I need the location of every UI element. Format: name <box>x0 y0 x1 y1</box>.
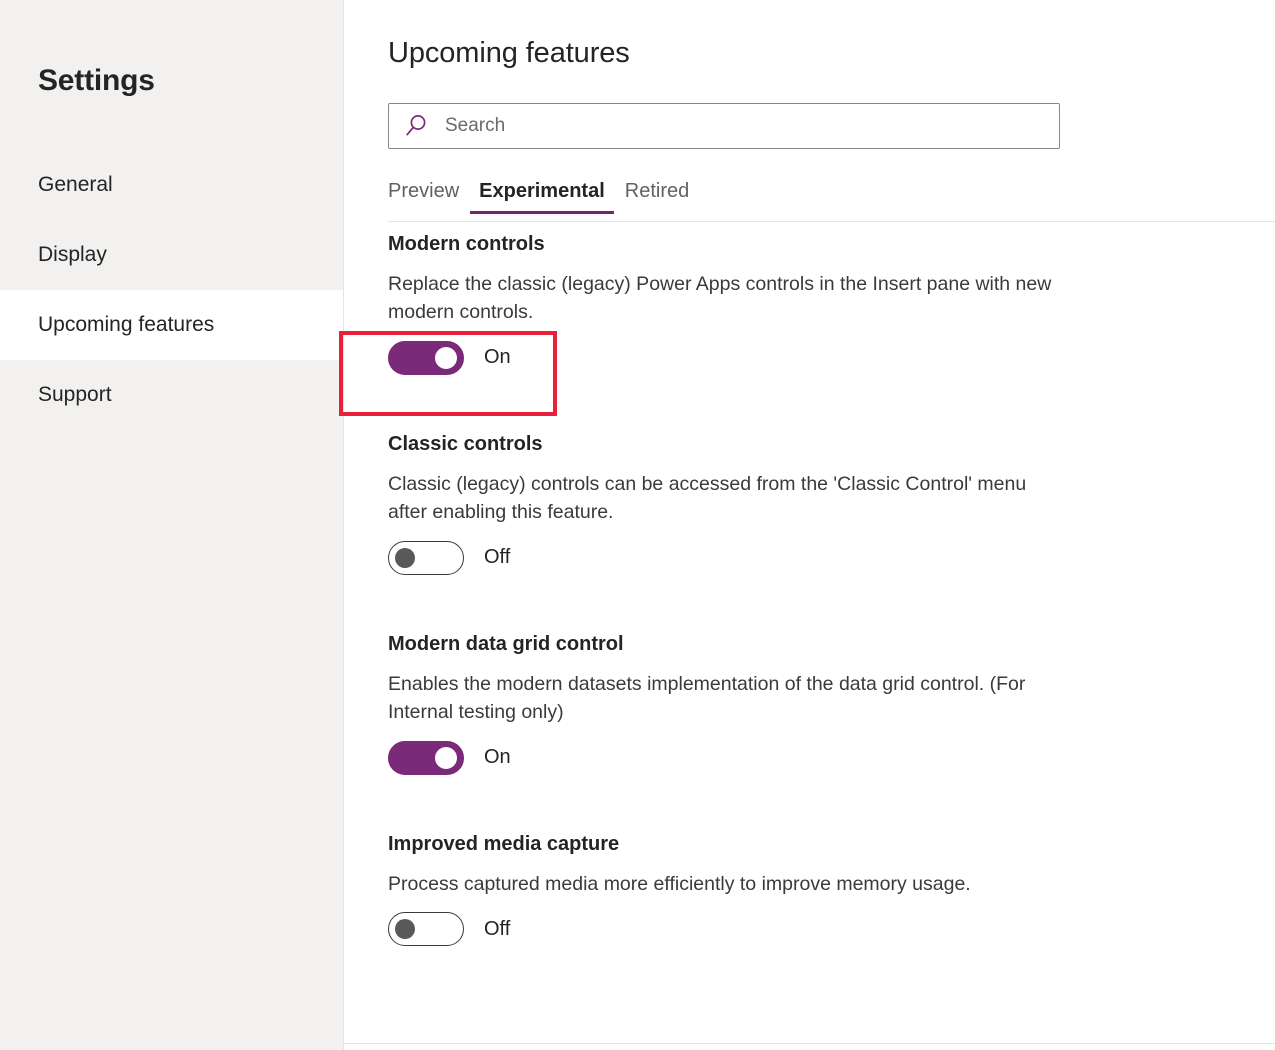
feature-title: Modern controls <box>388 232 1255 257</box>
sidebar-title: Settings <box>0 66 155 96</box>
search-input[interactable] <box>445 111 1005 141</box>
feature-title: Modern data grid control <box>388 632 1255 657</box>
feature-description: Enables the modern datasets implementati… <box>388 670 1060 727</box>
feature-toggle-row: Off <box>388 911 1255 947</box>
search-box[interactable] <box>388 103 1060 149</box>
sidebar-item-label: Upcoming features <box>38 313 214 337</box>
feature-description: Replace the classic (legacy) Power Apps … <box>388 270 1060 327</box>
settings-content: Upcoming features Preview Experimental R… <box>344 0 1275 1050</box>
modern-data-grid-toggle[interactable] <box>388 741 464 775</box>
tabs-divider <box>388 221 1275 222</box>
tab-label: Retired <box>625 180 689 202</box>
tab-label: Experimental <box>479 180 605 202</box>
feature-modern-controls: Modern controls Replace the classic (leg… <box>388 232 1255 376</box>
modern-controls-toggle[interactable] <box>388 341 464 375</box>
toggle-state-label: On <box>484 346 511 369</box>
bottom-divider <box>344 1043 1275 1044</box>
feature-title: Improved media capture <box>388 832 1255 857</box>
toggle-state-label: Off <box>484 546 510 569</box>
feature-improved-media-capture: Improved media capture Process captured … <box>388 832 1255 947</box>
sidebar-item-label: Display <box>38 243 107 267</box>
sidebar-item-support[interactable]: Support <box>0 360 343 430</box>
tab-label: Preview <box>388 180 459 202</box>
toggle-state-label: On <box>484 746 511 769</box>
toggle-knob <box>395 919 415 939</box>
toggle-knob <box>435 347 457 369</box>
search-icon <box>403 113 429 139</box>
feature-toggle-row: On <box>388 340 1255 376</box>
feature-list: Modern controls Replace the classic (leg… <box>388 232 1255 947</box>
toggle-knob <box>395 548 415 568</box>
classic-controls-toggle[interactable] <box>388 541 464 575</box>
improved-media-capture-toggle[interactable] <box>388 912 464 946</box>
spacer <box>388 576 1255 632</box>
feature-tabs: Preview Experimental Retired <box>388 180 1275 222</box>
toggle-knob <box>435 747 457 769</box>
feature-toggle-row: Off <box>388 540 1255 576</box>
feature-classic-controls: Classic controls Classic (legacy) contro… <box>388 432 1255 576</box>
feature-toggle-row: On <box>388 740 1255 776</box>
tab-retired[interactable]: Retired <box>616 180 698 214</box>
sidebar-item-upcoming-features[interactable]: Upcoming features <box>0 290 343 360</box>
page-title: Upcoming features <box>388 36 630 71</box>
tab-preview[interactable]: Preview <box>388 180 468 214</box>
spacer <box>388 376 1255 432</box>
feature-description: Classic (legacy) controls can be accesse… <box>388 470 1060 527</box>
spacer <box>388 776 1255 832</box>
toggle-state-label: Off <box>484 918 510 941</box>
sidebar-item-label: Support <box>38 383 112 407</box>
tab-experimental[interactable]: Experimental <box>470 180 614 214</box>
sidebar-nav: General Display Upcoming features Suppor… <box>0 150 343 430</box>
settings-window: Settings General Display Upcoming featur… <box>0 0 1275 1050</box>
feature-description: Process captured media more efficiently … <box>388 870 1060 898</box>
feature-modern-data-grid-control: Modern data grid control Enables the mod… <box>388 632 1255 776</box>
sidebar-item-general[interactable]: General <box>0 150 343 220</box>
sidebar-item-label: General <box>38 173 113 197</box>
sidebar-item-display[interactable]: Display <box>0 220 343 290</box>
feature-title: Classic controls <box>388 432 1255 457</box>
settings-sidebar: Settings General Display Upcoming featur… <box>0 0 344 1050</box>
